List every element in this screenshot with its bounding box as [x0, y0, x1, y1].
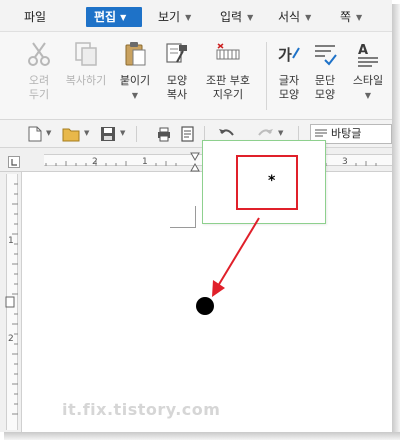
page-margin-marker-icon[interactable] [5, 296, 15, 308]
char-format-icon: 가 [278, 46, 300, 64]
format-painter-icon [166, 43, 187, 63]
chevron-down-icon: ▼ [305, 13, 312, 22]
paste-button[interactable]: 붙이기 ▼ [116, 40, 154, 103]
copy-button[interactable]: 복사하기 [62, 40, 110, 88]
ribbon-separator [266, 42, 267, 110]
quick-toolbar: ▼ ▼ ▼ ▼ 바탕글 [0, 120, 392, 148]
save-icon[interactable] [100, 126, 116, 142]
app-window: 파일 편집 ▼ 보기 ▼ 입력 ▼ 서식 ▼ 쪽 ▼ 오려 두기 복사하기 붙이… [0, 0, 400, 440]
style-select-value: 바탕글 [331, 127, 362, 140]
open-folder-icon[interactable] [62, 126, 80, 142]
chevron-down-icon: ▼ [356, 13, 363, 22]
clipboard-icon [125, 42, 146, 66]
menu-page[interactable]: 쪽 ▼ [340, 7, 362, 27]
cut-button[interactable]: 오려 두기 [22, 40, 56, 102]
chevron-down-icon[interactable]: ▼ [46, 129, 51, 137]
indent-marker-icon[interactable] [190, 152, 200, 172]
chevron-down-icon: ▼ [131, 91, 139, 100]
scissors-icon [28, 42, 50, 66]
para-format-icon [315, 45, 337, 66]
svg-text:가: 가 [278, 46, 292, 64]
zoom-callout: * [202, 140, 326, 224]
menu-view[interactable]: 보기 ▼ [158, 7, 191, 27]
clear-format-icon [216, 43, 240, 60]
window-shadow-bottom [4, 432, 400, 440]
para-format-button[interactable]: 문단 모양 [310, 40, 340, 102]
chevron-down-icon[interactable]: ▼ [278, 129, 283, 137]
ruler-number: 3 [342, 157, 348, 167]
format-copy-button[interactable]: 모양 복사 [160, 40, 194, 102]
chevron-down-icon: ▼ [364, 91, 372, 100]
print-icon[interactable] [156, 126, 172, 142]
ruler-number: 1 [142, 157, 148, 167]
menu-input[interactable]: 입력 ▼ [220, 7, 253, 27]
svg-text:A: A [358, 43, 368, 58]
style-button[interactable]: A 스타일 ▼ [348, 40, 388, 103]
horizontal-ruler[interactable]: 2 1 3 [0, 148, 394, 172]
style-icon: A [358, 43, 378, 67]
print-preview-icon[interactable] [180, 126, 196, 142]
menu-edit[interactable]: 편집 ▼ [86, 7, 142, 27]
menu-bar: 파일 편집 ▼ 보기 ▼ 입력 ▼ 서식 ▼ 쪽 ▼ [0, 0, 392, 32]
new-document-icon[interactable] [28, 126, 42, 142]
clear-marks-button[interactable]: 조판 부호 지우기 [198, 40, 258, 102]
ruler-number: 1 [8, 236, 14, 246]
marker-asterisk: * [268, 173, 276, 189]
chevron-down-icon: ▼ [247, 13, 254, 22]
window-shadow-right [392, 4, 400, 440]
menu-format[interactable]: 서식 ▼ [278, 7, 311, 27]
chevron-down-icon: ▼ [185, 13, 192, 22]
toolbar-separator [136, 126, 137, 142]
highlight-box: * [236, 155, 298, 210]
ruler-number: 2 [92, 157, 98, 167]
chevron-down-icon: ▼ [120, 13, 127, 22]
char-format-button[interactable]: 가 글자 모양 [274, 40, 304, 102]
ruler-number: 2 [8, 334, 14, 344]
menu-file[interactable]: 파일 [24, 7, 46, 27]
chevron-down-icon[interactable]: ▼ [120, 129, 125, 137]
watermark: it.fix.tistory.com [62, 400, 221, 419]
copy-icon [75, 42, 97, 66]
chevron-down-icon[interactable]: ▼ [84, 129, 89, 137]
vertical-ruler[interactable]: 1 2 [0, 172, 22, 432]
ruler-corner-tab-icon[interactable] [8, 156, 20, 168]
page-margin-corner [170, 206, 196, 228]
ribbon: 오려 두기 복사하기 붙이기 ▼ 모양 복사 조판 부호 지우기 가 글자 모양… [0, 32, 392, 120]
paragraph-style-icon [315, 129, 327, 137]
